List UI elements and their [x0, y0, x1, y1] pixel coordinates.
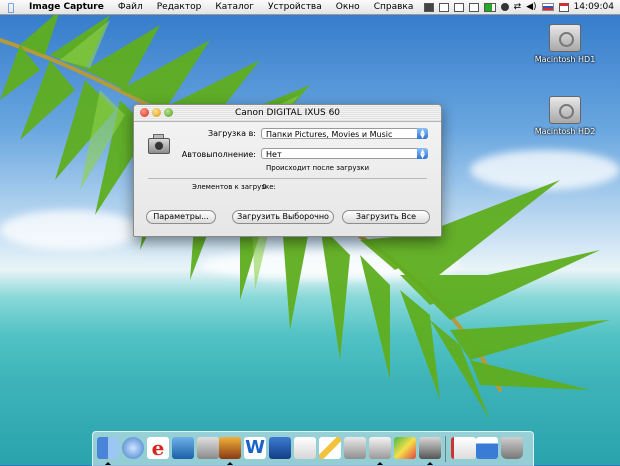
minimize-button[interactable]: [152, 108, 161, 117]
battery-icon[interactable]: [483, 2, 496, 12]
download-to-label: Загрузка в:: [208, 129, 256, 138]
dock-separator: [445, 436, 446, 462]
drive-label: Macintosh HD1: [534, 55, 596, 64]
mail-icon[interactable]: [438, 2, 449, 12]
hard-drive-icon: [549, 96, 581, 124]
menu-bar:  Image Capture Файл Редактор Каталог Ус…: [0, 0, 620, 15]
trash-icon[interactable]: [501, 437, 523, 459]
sync-icon[interactable]: ⇄: [514, 2, 522, 12]
tool-icon[interactable]: [197, 437, 219, 459]
menu-extras: ⇄ ◀) 14:09:04: [423, 0, 614, 14]
camera-icon[interactable]: [419, 437, 441, 459]
close-button[interactable]: [140, 108, 149, 117]
download-to-value: Папки Pictures, Movies и Music: [266, 130, 393, 139]
cloud: [470, 150, 620, 190]
autorun-label: Автовыполнение:: [181, 150, 256, 159]
download-to-select[interactable]: Папки Pictures, Movies и Music ▲ ▼: [261, 128, 428, 140]
paint-icon[interactable]: [394, 437, 416, 459]
menu-help[interactable]: Справка: [367, 2, 421, 12]
select-arrows-icon: ▲ ▼: [417, 128, 428, 140]
autorun-note: Происходит после загрузки: [266, 164, 369, 172]
image-capture-window: Canon DIGITAL IXUS 60 Загрузка в: Папки …: [133, 104, 442, 237]
apple-menu-icon[interactable]: : [0, 1, 22, 14]
divider: [148, 178, 427, 179]
dock: e W: [92, 431, 534, 466]
pencil-icon[interactable]: [319, 437, 341, 459]
cloud: [0, 210, 140, 250]
select-arrows-icon: ▲ ▼: [417, 148, 428, 160]
menu-file[interactable]: Файл: [111, 2, 150, 12]
desktop-drive-hd1[interactable]: Macintosh HD1: [530, 24, 600, 64]
checkbox-icon[interactable]: [453, 2, 464, 12]
menu-catalog[interactable]: Каталог: [208, 2, 261, 12]
download-selected-button[interactable]: Загрузить Выборочно: [232, 210, 334, 224]
menu-edit[interactable]: Редактор: [150, 2, 209, 12]
menu-window[interactable]: Окно: [329, 2, 367, 12]
calendar-icon[interactable]: [558, 2, 569, 12]
menu-app-name[interactable]: Image Capture: [22, 2, 111, 12]
window-titlebar[interactable]: Canon DIGITAL IXUS 60: [134, 105, 441, 122]
hard-drive-icon: [549, 24, 581, 52]
zoom-button[interactable]: [164, 108, 173, 117]
finder-icon[interactable]: [97, 437, 119, 459]
notepad-icon[interactable]: [294, 437, 316, 459]
network-icon[interactable]: [122, 437, 144, 459]
calendar-icon[interactable]: [476, 437, 498, 459]
items-to-download-count: 0: [262, 183, 267, 191]
screen-icon[interactable]: [423, 2, 434, 12]
printer-icon[interactable]: [344, 437, 366, 459]
menu-devices[interactable]: Устройства: [261, 2, 329, 12]
record-icon[interactable]: [500, 3, 509, 11]
document-icon[interactable]: [451, 437, 476, 459]
drive-label: Macintosh HD2: [534, 127, 596, 136]
download-all-button[interactable]: Загрузить Все: [342, 210, 430, 224]
menu-clock[interactable]: 14:09:04: [574, 2, 614, 12]
ftp-icon[interactable]: [172, 437, 194, 459]
add-icon[interactable]: [468, 2, 479, 12]
photo-icon[interactable]: [219, 437, 241, 459]
flag-ru-icon[interactable]: [541, 3, 554, 11]
word-icon[interactable]: W: [244, 437, 266, 459]
window-title: Canon DIGITAL IXUS 60: [234, 108, 341, 118]
options-button[interactable]: Параметры...: [146, 210, 216, 224]
desktop-drive-hd2[interactable]: Macintosh HD2: [530, 96, 600, 136]
autorun-select[interactable]: Нет ▲ ▼: [261, 148, 428, 160]
wireless-icon[interactable]: [369, 437, 391, 459]
volume-icon[interactable]: ◀): [526, 2, 536, 12]
cloud: [200, 250, 460, 280]
book-icon[interactable]: [269, 437, 291, 459]
browser-icon[interactable]: e: [147, 437, 169, 459]
autorun-value: Нет: [266, 150, 282, 159]
